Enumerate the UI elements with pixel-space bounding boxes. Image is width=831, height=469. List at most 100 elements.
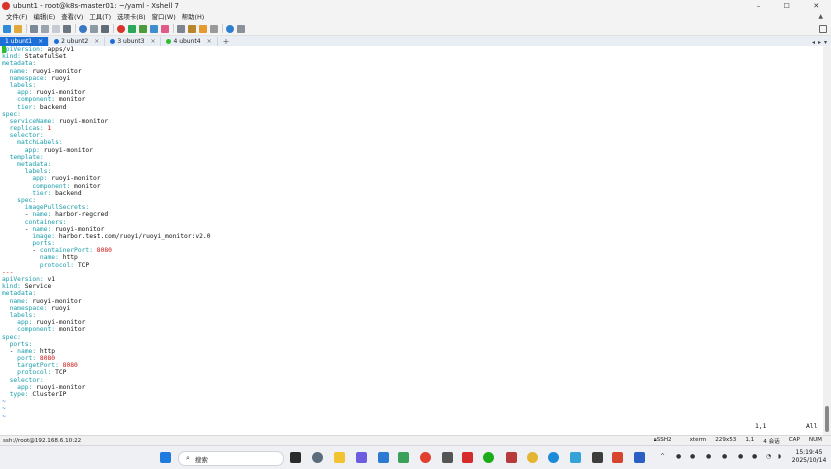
- terminal-text: -: [2, 225, 33, 233]
- tray-app-icon[interactable]: ●: [752, 453, 757, 460]
- tab-ubunt3[interactable]: 3 ubunt3 ×: [105, 37, 162, 46]
- menu-collapse-icon[interactable]: ▲: [818, 13, 823, 20]
- system-clock[interactable]: 15:19:45 2025/10/14: [789, 449, 829, 465]
- menu-help[interactable]: 帮助(H): [182, 12, 205, 21]
- xshell-icon[interactable]: [117, 24, 125, 33]
- minimize-button[interactable]: –: [757, 2, 761, 10]
- app-icon[interactable]: [570, 452, 581, 463]
- terminal-text: selector:: [2, 132, 44, 140]
- terminal-area[interactable]: apiVersion: apps/v1 kind: StatefulSet meta…: [0, 46, 825, 435]
- terminal-line: app: ruoyi-monitor: [2, 384, 825, 391]
- tray-app-icon[interactable]: ●: [722, 453, 727, 460]
- close-button[interactable]: ✕: [813, 2, 819, 10]
- file-explorer-icon[interactable]: [334, 452, 345, 463]
- status-bar: ssh://root@192.168.6.10:22 🔒︎SSH2 xterm …: [0, 435, 831, 445]
- menu-file[interactable]: 文件(F): [6, 12, 27, 21]
- terminal-line: spec:: [2, 111, 825, 118]
- tab-ubunt4[interactable]: 4 ubunt4 ×: [161, 37, 218, 46]
- highlight-icon[interactable]: [161, 24, 169, 33]
- globe-icon[interactable]: [79, 24, 87, 33]
- windows-start-icon[interactable]: [160, 452, 171, 463]
- app-icon[interactable]: [398, 452, 409, 463]
- fullscreen-icon[interactable]: [150, 24, 158, 33]
- settings-gear-icon[interactable]: [312, 452, 323, 463]
- tray-app-icon[interactable]: ●: [738, 453, 743, 460]
- toolbar-divider: [173, 24, 174, 33]
- transfer-icon[interactable]: [139, 24, 147, 33]
- layout-icon[interactable]: [210, 24, 218, 33]
- help-icon[interactable]: [226, 24, 234, 33]
- terminal-text: containers:: [2, 218, 67, 226]
- xftp-icon[interactable]: [128, 24, 136, 33]
- wechat-icon[interactable]: [483, 452, 494, 463]
- link-icon[interactable]: [30, 24, 38, 33]
- app-icon[interactable]: [506, 452, 517, 463]
- open-folder-icon[interactable]: [14, 24, 22, 33]
- app-icon[interactable]: [462, 452, 473, 463]
- terminal-line: protocol: TCP: [2, 262, 825, 269]
- close-tab-icon[interactable]: ×: [38, 38, 43, 45]
- find-icon[interactable]: [63, 24, 71, 33]
- tab-prev-icon[interactable]: ◂: [812, 39, 815, 46]
- terminal-scrollbar[interactable]: [823, 46, 831, 435]
- terminal-text: TCP: [55, 369, 67, 377]
- window-title: ubunt1 - root@k8s-master01: ~/yaml - Xsh…: [13, 1, 179, 10]
- tab-next-icon[interactable]: ▸: [818, 39, 821, 46]
- terminal-text: app:: [2, 175, 52, 183]
- maximize-button[interactable]: ☐: [784, 2, 790, 10]
- terminal-text: name:: [2, 297, 33, 305]
- terminal-line: selector:: [2, 377, 825, 384]
- word-icon[interactable]: [634, 452, 645, 463]
- xshell-taskbar-icon[interactable]: [420, 452, 431, 463]
- app-icon[interactable]: [356, 452, 367, 463]
- paste-icon[interactable]: [52, 24, 60, 33]
- pen-icon[interactable]: [188, 24, 196, 33]
- keyboard-icon[interactable]: [177, 24, 185, 33]
- network-icon[interactable]: ◔: [766, 453, 771, 460]
- terminal-text: 8080: [39, 355, 56, 363]
- menu-edit[interactable]: 编辑(E): [33, 12, 55, 21]
- menu-tab[interactable]: 选项卡(B): [117, 12, 146, 21]
- new-session-icon[interactable]: [3, 24, 11, 33]
- tab-menu-icon[interactable]: ▾: [824, 39, 827, 46]
- tab-ubunt1[interactable]: 1 ubunt1 ×: [0, 37, 50, 46]
- edge-icon[interactable]: [548, 452, 559, 463]
- tray-app-icon[interactable]: ●: [706, 453, 711, 460]
- terminal-text: ~: [2, 405, 6, 413]
- terminal-line: spec:: [2, 197, 825, 204]
- volume-icon[interactable]: ◗: [778, 453, 781, 460]
- tray-expand-icon[interactable]: ^: [660, 453, 665, 460]
- copy-icon[interactable]: [41, 24, 49, 33]
- terminal-text: labels:: [2, 311, 37, 319]
- scrollbar-thumb[interactable]: [825, 406, 829, 432]
- chrome-icon[interactable]: [527, 452, 538, 463]
- menu-bar: 文件(F) 编辑(E) 查看(V) 工具(T) 选项卡(B) 窗口(W) 帮助(…: [0, 11, 831, 22]
- tab-ubunt2[interactable]: 2 ubunt2 ×: [49, 37, 106, 46]
- menu-tools[interactable]: 工具(T): [89, 12, 111, 21]
- terminal-type: xterm: [689, 436, 707, 443]
- chat-icon[interactable]: [237, 24, 245, 33]
- menu-window[interactable]: 窗口(W): [152, 12, 176, 21]
- tray-app-icon[interactable]: ●: [676, 453, 681, 460]
- task-view-icon[interactable]: [290, 452, 301, 463]
- grid-icon[interactable]: [819, 24, 827, 33]
- close-tab-icon[interactable]: ×: [207, 38, 212, 45]
- close-tab-icon[interactable]: ×: [150, 38, 155, 45]
- menu-view[interactable]: 查看(V): [61, 12, 83, 21]
- font-icon[interactable]: [90, 24, 98, 33]
- tray-app-icon[interactable]: ●: [690, 453, 695, 460]
- lock-icon[interactable]: [199, 24, 207, 33]
- vscode-icon[interactable]: [378, 452, 389, 463]
- terminal-line: type: ClusterIP: [2, 391, 825, 398]
- close-tab-icon[interactable]: ×: [94, 38, 99, 45]
- add-tab-button[interactable]: +: [218, 37, 235, 46]
- tab-label: 1 ubunt1: [5, 38, 33, 45]
- app-icon[interactable]: [442, 452, 453, 463]
- terminal-text: template:: [2, 153, 44, 161]
- terminal-line: component: monitor: [2, 326, 825, 333]
- app-icon[interactable]: [592, 452, 603, 463]
- taskbar-search[interactable]: ⌕ 搜索: [178, 451, 284, 466]
- script-icon[interactable]: [101, 24, 109, 33]
- app-icon[interactable]: [612, 452, 623, 463]
- tab-label: 4 ubunt4: [173, 38, 201, 45]
